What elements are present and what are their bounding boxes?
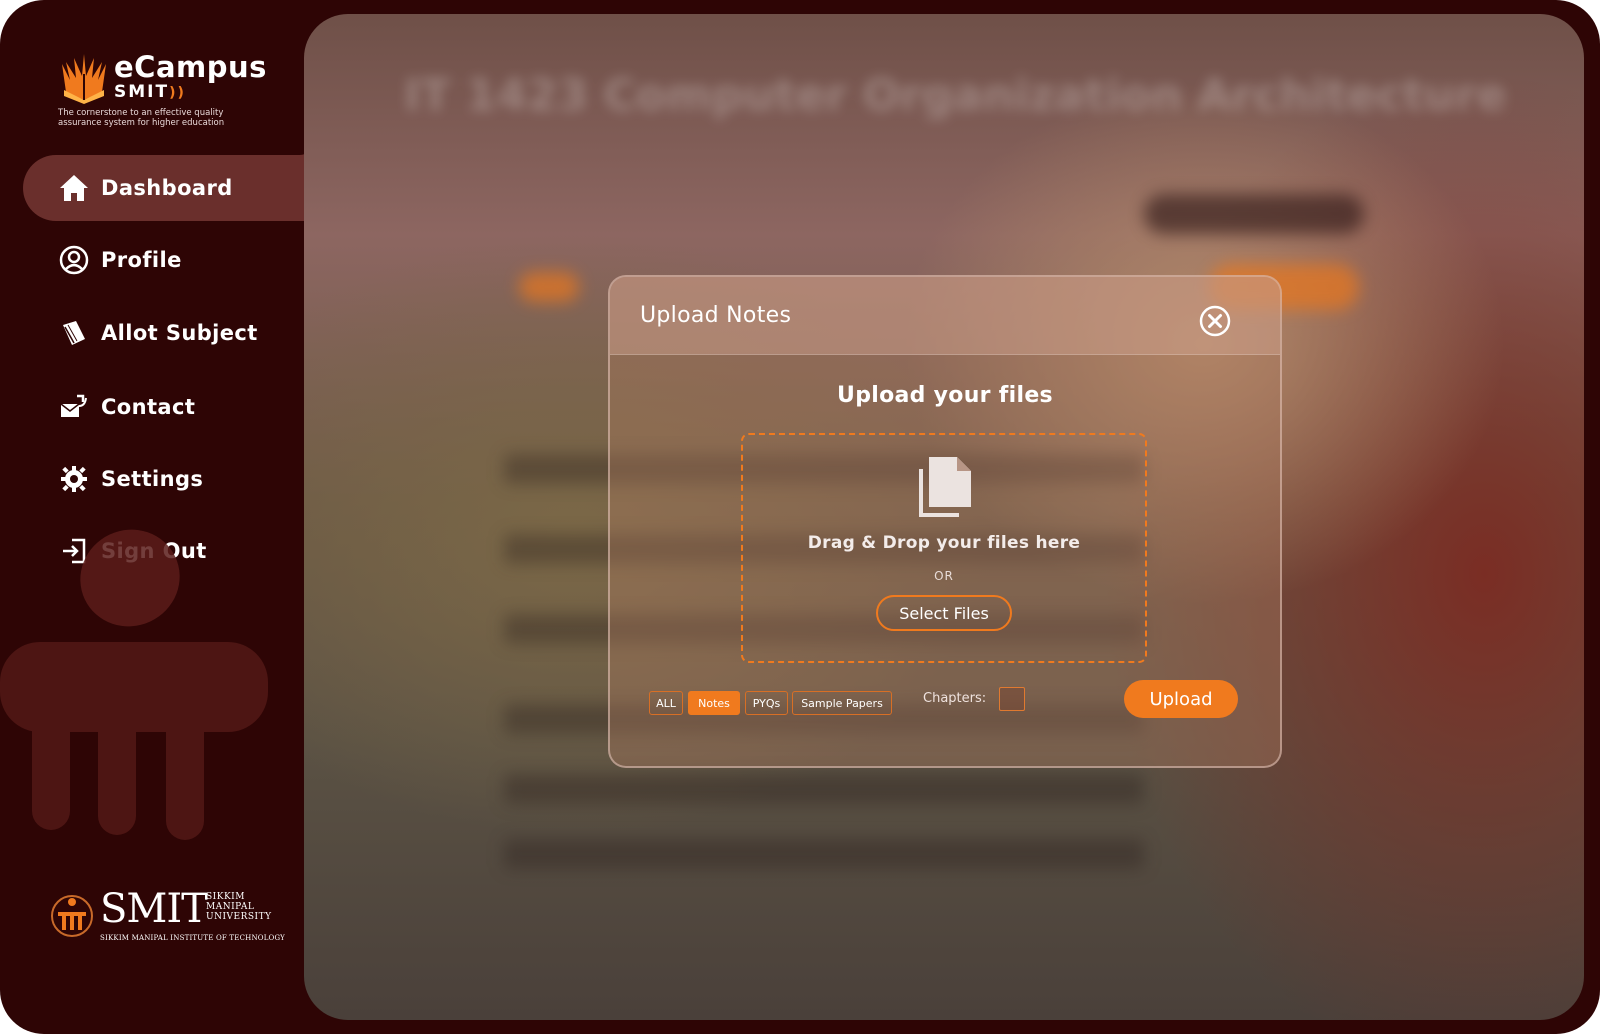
sidebar-item-dashboard[interactable]: Dashboard [23,129,324,221]
sidebar-item-label: Settings [101,467,204,491]
modal-header: Upload Notes [610,277,1280,355]
smit-full-name: SIKKIM MANIPAL INSTITUTE OF TECHNOLOGY [100,934,285,942]
smit-side-line: SIKKIM [206,892,245,902]
contact-mail-icon [57,390,91,424]
chapters-label: Chapters: [923,691,987,706]
decorative-blob [166,700,204,840]
brand-tagline: The cornerstone to an effective quality … [58,108,225,128]
smit-side-line: UNIVERSITY [206,912,272,922]
or-divider-text: OR [934,569,954,583]
background-button [1144,194,1364,234]
signal-icon: )) [169,85,186,101]
sidebar-item-allot-subject[interactable]: Allot Subject [23,300,323,366]
filter-sample-papers[interactable]: Sample Papers [792,691,892,715]
app-frame: eCampus SMIT)) The cornerstone to an eff… [0,0,1600,1034]
filter-all[interactable]: ALL [649,691,683,715]
book-flame-logo-icon [62,54,106,104]
home-icon [57,171,91,205]
smit-emblem-icon [51,895,93,937]
smit-side-text: SIKKIM MANIPAL UNIVERSITY [206,892,272,922]
gear-icon [57,462,91,496]
file-dropzone[interactable]: Drag & Drop your files here OR Select Fi… [741,433,1147,663]
ecampus-logo: eCampus SMIT)) The cornerstone to an eff… [58,50,298,132]
sidebar-item-profile[interactable]: Profile [23,227,323,293]
smit-side-line: MANIPAL [206,902,255,912]
sidebar-item-settings[interactable]: Settings [23,446,323,512]
sidebar-item-label: Allot Subject [101,321,258,345]
upload-button[interactable]: Upload [1124,680,1238,718]
modal-title: Upload Notes [640,303,792,328]
brand-subtitle: SMIT)) [114,82,186,102]
background-tag [519,272,579,302]
filter-pyqs[interactable]: PYQs [745,691,788,715]
select-files-button[interactable]: Select Files [876,595,1012,631]
brand-title: eCampus [114,50,267,84]
background-row [504,839,1144,869]
background-page-title: IT 1423 Computer Organization Architectu… [404,70,1507,121]
file-copy-icon [919,457,971,517]
book-icon [57,316,91,350]
decorative-blob [98,700,136,835]
sidebar-item-label: Profile [101,248,182,272]
smit-logo: SMIT SIKKIM MANIPAL UNIVERSITY SIKKIM MA… [48,886,288,950]
upload-heading: Upload your files [837,383,1053,408]
decorative-blob [32,700,70,830]
brand-subtitle-text: SMIT [114,82,170,102]
background-row [504,774,1144,804]
sidebar-item-label: Contact [101,395,196,419]
sidebar-item-label: Dashboard [101,176,233,200]
filter-notes[interactable]: Notes [688,691,740,715]
smit-name: SMIT [100,886,208,932]
user-circle-icon [57,243,91,277]
chapters-input[interactable] [999,687,1025,711]
drag-drop-text: Drag & Drop your files here [807,533,1081,553]
upload-notes-modal: Upload Notes Upload your files Drag & Dr… [608,275,1282,768]
sidebar-item-contact[interactable]: Contact [23,374,323,440]
close-icon[interactable] [1199,305,1231,337]
